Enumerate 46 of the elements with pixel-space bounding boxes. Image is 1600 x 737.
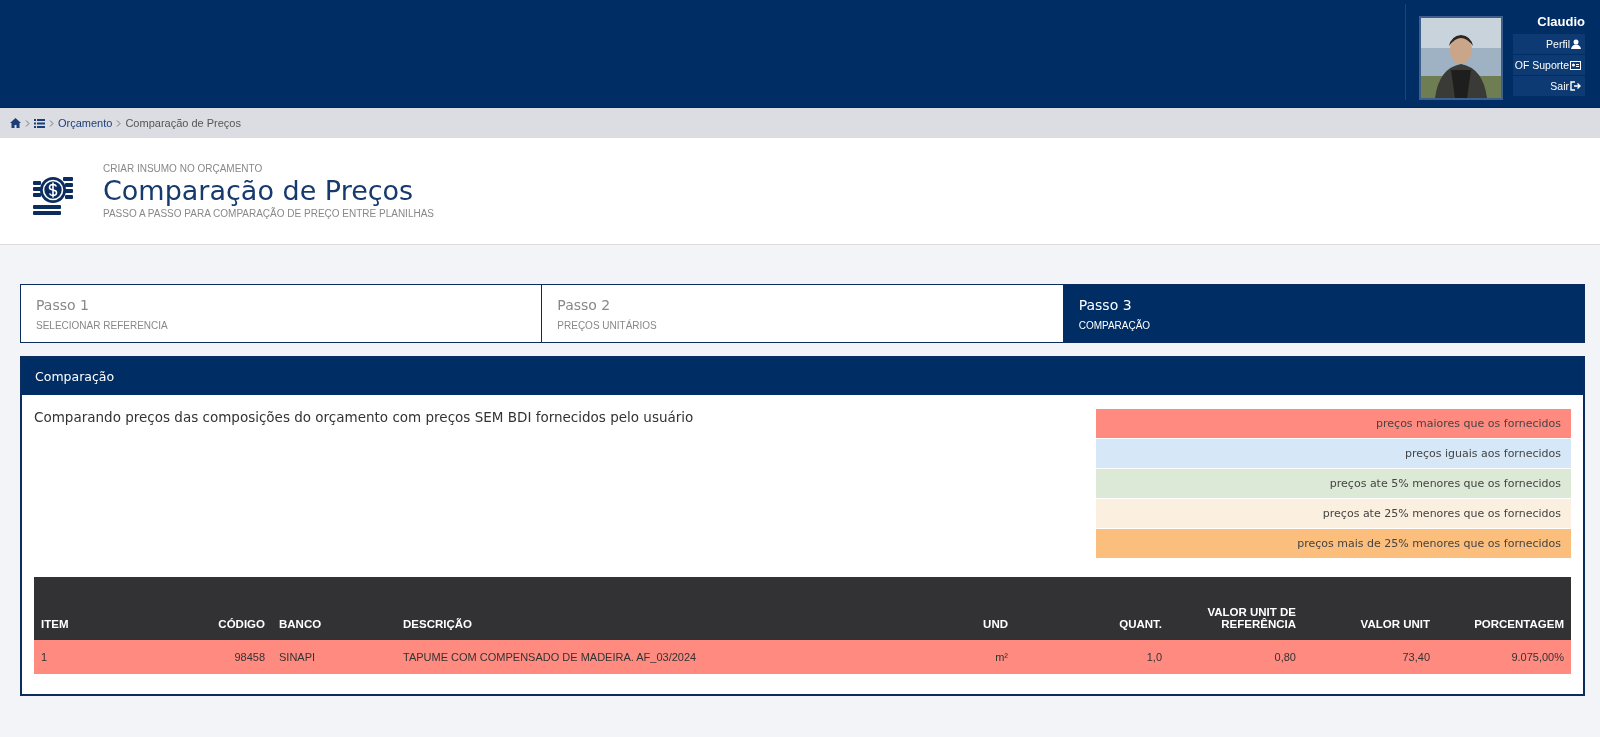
table-cell: 0,80 (1169, 640, 1303, 674)
list-icon[interactable] (34, 118, 45, 128)
table-cell: 1,0 (1015, 640, 1169, 674)
user-name: Claudio (1537, 14, 1585, 29)
user-menu-link[interactable]: OF Suporte (1513, 55, 1585, 75)
coins-icon (33, 175, 73, 215)
description: Comparando preços das composições do orçamento com preços SEM BDI fornecidos pelo usuário (34, 409, 694, 427)
column-header: VALOR UNIT (1303, 577, 1437, 640)
column-header: BANCO (272, 577, 396, 640)
user-menu-link[interactable]: Sair (1513, 76, 1585, 96)
home-icon[interactable] (10, 118, 21, 128)
column-header: ITEM (34, 577, 198, 640)
step-tab[interactable]: Passo 2 PREÇOS UNITÁRIOS (542, 285, 1064, 342)
page-title: Comparação de Preços (103, 174, 415, 208)
column-header: CÓDIGO (198, 577, 272, 640)
step-tab[interactable]: Passo 1 SELECIONAR REFERENCIA (21, 285, 543, 342)
table-cell: 1 (34, 640, 198, 674)
chevron-icon (25, 119, 30, 127)
legend-item: preços iguais aos fornecidos (1096, 439, 1571, 469)
panel-title: Comparação (35, 369, 115, 384)
column-header: QUANT. (1015, 577, 1169, 640)
legend-item: preços maiores que os fornecidos (1096, 409, 1571, 439)
table-cell: 98458 (198, 640, 272, 674)
breadcrumb-link[interactable]: Orçamento (58, 117, 113, 129)
legend-item: preços ate 25% menores que os fornecidos (1096, 499, 1571, 529)
column-header: DESCRIÇÃO (396, 577, 931, 640)
legend-item: preços mais de 25% menores que os fornecidos (1096, 529, 1571, 559)
step-tab[interactable]: Passo 3 COMPARAÇÃO (1063, 285, 1584, 342)
column-header: UND (931, 577, 1015, 640)
user-icon (1571, 39, 1581, 49)
table-cell: TAPUME COM COMPENSADO DE MADEIRA. AF_03/2024 (396, 640, 931, 674)
table-cell: 9.075,00% (1437, 640, 1571, 674)
column-header: VALOR UNIT DE REFERÊNCIA (1169, 577, 1303, 640)
page-kicker: CRIAR INSUMO NO ORÇAMENTO (103, 163, 264, 174)
chevron-icon (49, 119, 54, 127)
legend-item: preços ate 5% menores que os fornecidos (1096, 469, 1571, 499)
table-cell: 73,40 (1303, 640, 1437, 674)
user-menu-link[interactable]: Perfil (1513, 34, 1585, 54)
logout-icon (1570, 81, 1581, 91)
table-cell: m² (931, 640, 1015, 674)
page-subtitle: PASSO A PASSO PARA COMPARAÇÃO DE PREÇO ENTRE PLANILHAS (103, 208, 435, 219)
id-card-icon (1570, 60, 1581, 70)
breadcrumb-current: Comparação de Preços (125, 117, 241, 129)
table-cell: SINAPI (272, 640, 396, 674)
column-header: PORCENTAGEM (1437, 577, 1571, 640)
chevron-icon (116, 119, 122, 127)
